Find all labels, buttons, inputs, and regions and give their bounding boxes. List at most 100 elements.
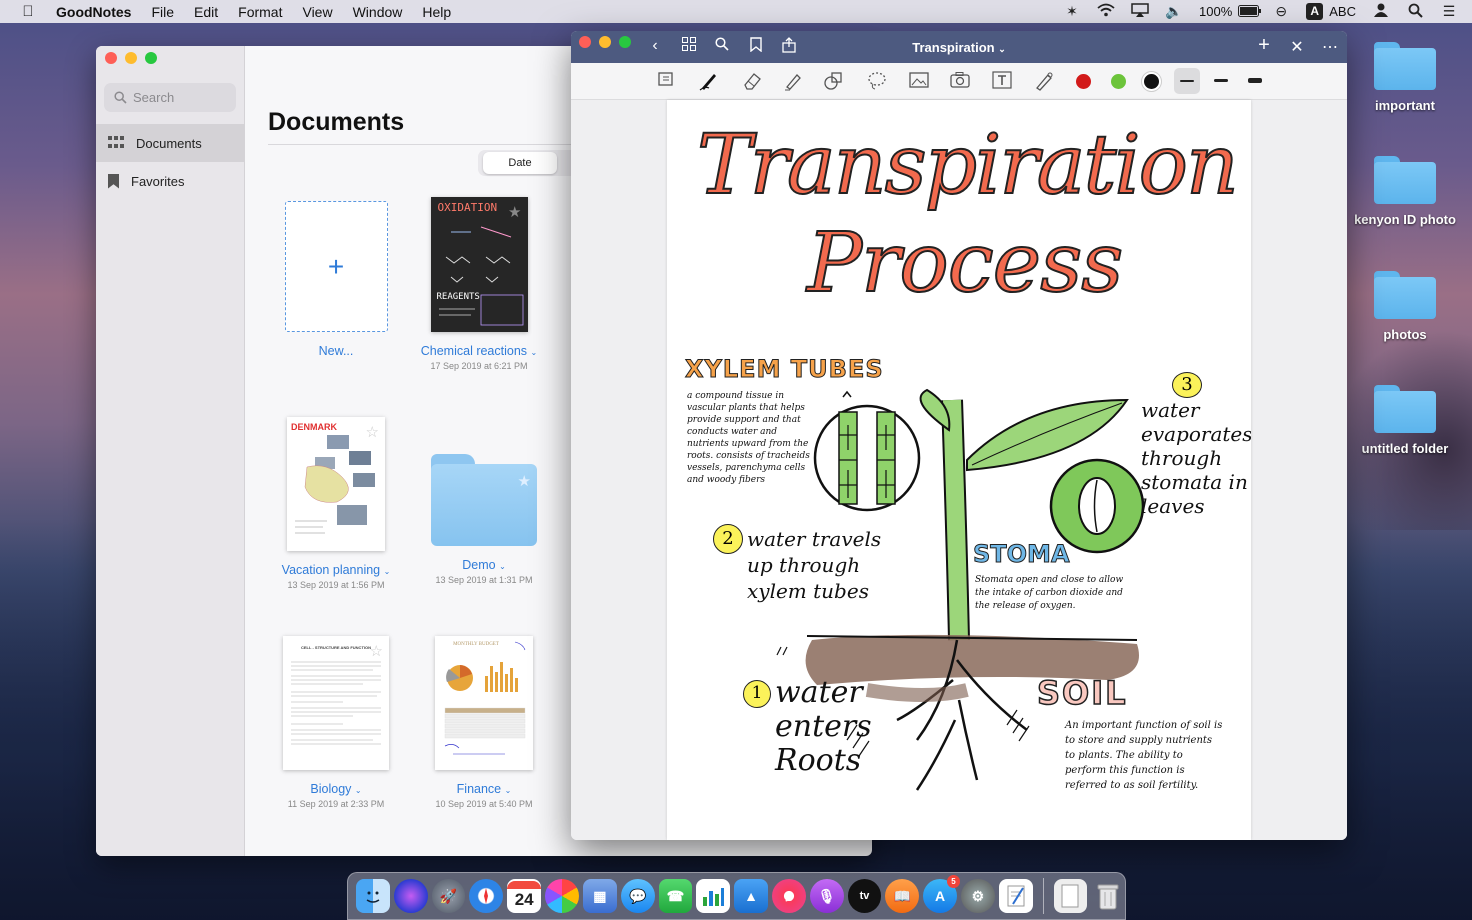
- menu-file[interactable]: File: [141, 4, 184, 20]
- close-window-button[interactable]: [105, 52, 117, 64]
- search-icon: [114, 91, 127, 104]
- stroke-thick-button[interactable]: [1242, 68, 1268, 94]
- bluetooth-icon[interactable]: ✶: [1063, 3, 1081, 20]
- favorite-star-icon[interactable]: ★: [518, 472, 531, 490]
- eraser-tool-icon[interactable]: [741, 71, 763, 93]
- goodnotes-icon[interactable]: [998, 879, 1033, 913]
- new-document-tile[interactable]: + New...: [266, 201, 406, 358]
- launchpad-icon[interactable]: 🚀: [431, 879, 466, 913]
- document-tile[interactable]: ☆ CELL - STRUCTURE AND FUNCTION Biology …: [266, 636, 406, 809]
- more-options-icon[interactable]: ⋯: [1320, 37, 1340, 57]
- user-icon[interactable]: [1372, 3, 1390, 20]
- apple-menu-icon[interactable]: : [0, 3, 56, 20]
- step2-number: 2: [713, 524, 743, 554]
- system-preferences-icon[interactable]: ⚙: [960, 879, 995, 913]
- document-name[interactable]: Chemical reactions ⌄: [409, 344, 549, 358]
- desktop-folder-label: photos: [1383, 327, 1427, 342]
- preview-icon[interactable]: ▦: [582, 879, 617, 913]
- new-document-button[interactable]: +: [284, 201, 388, 332]
- color-green-swatch[interactable]: [1111, 74, 1126, 89]
- desktop-folder-kenyon-id-photo[interactable]: kenyon ID photo: [1350, 156, 1460, 227]
- library-search-input[interactable]: Search: [104, 83, 236, 112]
- stroke-medium-button[interactable]: [1208, 68, 1234, 94]
- shape-tool-icon[interactable]: [823, 71, 845, 93]
- menu-help[interactable]: Help: [412, 4, 461, 20]
- folder-tile[interactable]: ★ Demo ⌄ 13 Sep 2019 at 1:31 PM: [414, 454, 554, 585]
- calendar-icon[interactable]: 24: [507, 879, 542, 913]
- reading-mode-icon[interactable]: [656, 71, 678, 93]
- messages-icon[interactable]: 💬: [620, 879, 655, 913]
- sidebar-item-favorites[interactable]: Favorites: [96, 162, 244, 200]
- safari-icon[interactable]: [469, 879, 504, 913]
- stroke-thin-button[interactable]: [1174, 68, 1200, 94]
- document-name[interactable]: Biology ⌄: [266, 782, 406, 796]
- pen-tool-icon[interactable]: [698, 71, 720, 93]
- thumb-sketch: [295, 435, 375, 534]
- desktop-folder-important[interactable]: important: [1350, 42, 1460, 113]
- battery-icon[interactable]: [1238, 4, 1262, 20]
- editor-title-bar: ‹ Transpiration ⌄ + ✕ ⋯: [571, 31, 1347, 63]
- input-source-icon[interactable]: A: [1306, 3, 1324, 20]
- apple-tv-icon[interactable]: tv: [847, 879, 882, 913]
- control-center-icon[interactable]: ☰: [1440, 3, 1458, 20]
- zoom-window-button[interactable]: [145, 52, 157, 64]
- do-not-disturb-icon[interactable]: ⊖: [1272, 3, 1290, 20]
- text-tool-icon[interactable]: [991, 71, 1013, 93]
- books-icon[interactable]: 📖: [885, 879, 920, 913]
- lasso-tool-icon[interactable]: [866, 71, 888, 93]
- document-thumbnail[interactable]: ☆ CELL - STRUCTURE AND FUNCTION: [283, 636, 389, 770]
- podcasts-icon[interactable]: 🎙: [809, 879, 844, 913]
- highlighter-tool-icon[interactable]: [782, 71, 804, 93]
- step2-text: water travels up through xylem tubes: [747, 527, 882, 603]
- menu-format[interactable]: Format: [228, 4, 292, 20]
- camera-tool-icon[interactable]: [949, 71, 971, 93]
- desktop-folder-photos[interactable]: photos: [1350, 271, 1460, 342]
- facetime-icon[interactable]: ☎: [658, 879, 693, 913]
- menu-app-name[interactable]: GoodNotes: [56, 4, 141, 20]
- document-thumbnail[interactable]: ☆ DENMARK: [287, 417, 385, 551]
- recent-document-icon[interactable]: [1053, 879, 1088, 913]
- menu-window[interactable]: Window: [343, 4, 413, 20]
- volume-icon[interactable]: 🔈: [1165, 3, 1183, 20]
- document-name[interactable]: Demo ⌄: [414, 558, 554, 572]
- music-icon[interactable]: ♫: [771, 879, 806, 913]
- document-name[interactable]: New...: [266, 344, 406, 358]
- wifi-icon[interactable]: [1097, 3, 1115, 20]
- document-tile[interactable]: ★ OXIDATION REAGENTS Chemical reactions …: [409, 197, 549, 371]
- folder-icon[interactable]: ★: [431, 454, 537, 546]
- app-store-icon[interactable]: A 5: [923, 875, 960, 913]
- document-tile[interactable]: ☆ DENMARK Vacation planning ⌄ 13 Sep 201…: [266, 417, 406, 590]
- document-name[interactable]: Finance ⌄: [414, 782, 554, 796]
- airplay-icon[interactable]: [1131, 3, 1149, 20]
- document-name[interactable]: Vacation planning ⌄: [266, 563, 406, 577]
- thumb-sketch: [438, 226, 523, 326]
- trash-icon[interactable]: [1091, 879, 1125, 913]
- input-source-label: ABC: [1329, 4, 1356, 19]
- document-thumbnail[interactable]: MONTHLY BUDGET: [435, 636, 533, 770]
- add-page-icon[interactable]: +: [1254, 34, 1274, 57]
- plus-icon: +: [327, 250, 345, 282]
- image-tool-icon[interactable]: [908, 71, 930, 93]
- finder-icon[interactable]: [356, 879, 390, 913]
- sort-by-date-button[interactable]: Date: [483, 152, 557, 174]
- note-page[interactable]: Transpiration Process XYLEM TUBES a comp…: [667, 100, 1251, 840]
- menu-view[interactable]: View: [292, 4, 342, 20]
- siri-icon[interactable]: [393, 879, 428, 913]
- photos-icon[interactable]: [545, 879, 579, 913]
- close-editor-icon[interactable]: ✕: [1287, 37, 1307, 57]
- laser-pointer-icon[interactable]: [1033, 71, 1055, 93]
- color-red-swatch[interactable]: [1076, 74, 1091, 89]
- keynote-icon[interactable]: ▲: [734, 879, 768, 913]
- menu-edit[interactable]: Edit: [184, 4, 228, 20]
- color-black-swatch[interactable]: [1144, 74, 1159, 89]
- editor-title[interactable]: Transpiration ⌄: [571, 40, 1347, 55]
- spotlight-search-icon[interactable]: [1406, 3, 1424, 21]
- desktop-folder-untitled[interactable]: untitled folder: [1350, 385, 1460, 456]
- numbers-icon[interactable]: [696, 879, 731, 913]
- menu-bar:  GoodNotes File Edit Format View Window…: [0, 0, 1472, 23]
- window-controls: [105, 52, 157, 64]
- document-tile[interactable]: MONTHLY BUDGET Finance ⌄ 10 Sep 2019 at …: [414, 636, 554, 809]
- sidebar-item-documents[interactable]: Documents: [96, 124, 244, 162]
- document-thumbnail[interactable]: ★ OXIDATION REAGENTS: [430, 197, 528, 332]
- minimize-window-button[interactable]: [125, 52, 137, 64]
